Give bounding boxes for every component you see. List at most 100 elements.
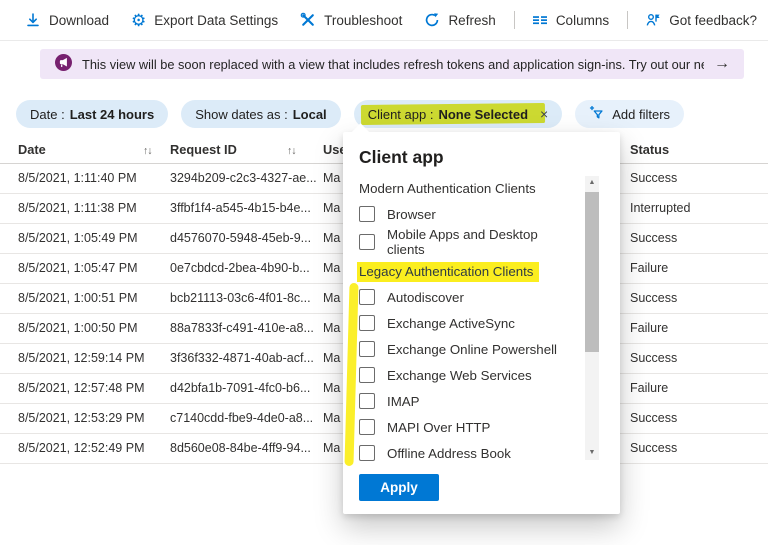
section-label-legacy: Legacy Authentication Clients xyxy=(357,260,576,284)
refresh-button[interactable]: Refresh xyxy=(413,0,506,40)
checkbox-row-imap[interactable]: IMAP xyxy=(359,388,576,414)
troubleshoot-label: Troubleshoot xyxy=(324,12,403,28)
download-icon xyxy=(25,12,41,28)
cell-user: Ma xyxy=(323,441,341,455)
filter-label: Date : xyxy=(30,106,65,122)
filter-pill-show-dates[interactable]: Show dates as : Local xyxy=(181,100,341,128)
checkbox-label: Exchange Online Powershell xyxy=(387,341,558,357)
cell-user: Ma xyxy=(323,351,341,365)
cell-date: 8/5/2021, 1:11:38 PM xyxy=(18,201,137,215)
banner-message: This view will be soon replaced with a v… xyxy=(82,56,704,72)
cell-date: 8/5/2021, 1:11:40 PM xyxy=(18,171,137,185)
checkbox-label: Offline Address Book xyxy=(387,445,511,461)
cell-date: 8/5/2021, 1:05:49 PM xyxy=(18,231,138,245)
popup-scrollbar[interactable]: ▲ ▼ xyxy=(585,176,599,460)
cell-user: Ma xyxy=(323,171,341,185)
cell-status: Success xyxy=(630,411,678,425)
checkbox[interactable] xyxy=(359,289,375,305)
checkbox-row-browser[interactable]: Browser xyxy=(359,200,576,228)
cell-date: 8/5/2021, 12:52:49 PM xyxy=(18,441,145,455)
add-filters-button[interactable]: Add filters xyxy=(575,100,685,128)
cell-request-id: 3f36f332-4871-40ab-acf... xyxy=(170,351,314,365)
cell-status: Failure xyxy=(630,381,669,395)
scrollbar-thumb[interactable] xyxy=(585,192,599,352)
popup-title: Client app xyxy=(359,147,444,167)
scroll-down-icon[interactable]: ▼ xyxy=(585,446,599,460)
filter-bar: Date : Last 24 hours Show dates as : Loc… xyxy=(16,100,685,128)
got-feedback-button[interactable]: Got feedback? xyxy=(634,0,768,40)
client-app-filter-popup: Client app Modern Authentication Clients… xyxy=(343,123,620,514)
command-bar: Download ⚙ Export Data Settings Troubles… xyxy=(0,0,768,41)
banner-arrow-icon[interactable]: → xyxy=(714,55,730,73)
cell-user: Ma xyxy=(323,201,341,215)
tools-icon xyxy=(300,12,316,28)
checkbox-row-mobile-apps[interactable]: Mobile Apps and Desktop clients xyxy=(359,227,576,257)
filter-value: Local xyxy=(292,106,327,122)
feedback-person-icon xyxy=(645,12,661,28)
client-app-option-list: Modern Authentication Clients Browser Mo… xyxy=(357,176,576,466)
filter-pill-client-app[interactable]: Client app : None Selected × xyxy=(353,100,563,128)
checkbox-label: Exchange Web Services xyxy=(387,367,532,383)
checkbox[interactable] xyxy=(359,315,375,331)
checkbox-label: IMAP xyxy=(387,393,420,409)
cell-user: Ma xyxy=(323,261,341,275)
filter-value: None Selected xyxy=(438,106,529,122)
cell-status: Failure xyxy=(630,261,669,275)
cell-date: 8/5/2021, 1:00:50 PM xyxy=(18,321,138,335)
cell-status: Success xyxy=(630,351,678,365)
cell-request-id: bcb21113-03c6-4f01-8c... xyxy=(170,291,311,305)
feedback-label: Got feedback? xyxy=(669,12,757,28)
checkbox[interactable] xyxy=(359,367,375,383)
checkbox[interactable] xyxy=(359,206,375,222)
column-header-request-id[interactable]: Request ID xyxy=(170,138,237,162)
columns-button[interactable]: Columns xyxy=(521,0,620,40)
column-header-status[interactable]: Status xyxy=(630,138,669,162)
announcement-icon xyxy=(55,54,72,74)
cell-date: 8/5/2021, 12:57:48 PM xyxy=(18,381,145,395)
cell-date: 8/5/2021, 1:00:51 PM xyxy=(18,291,138,305)
yellow-highlight-annotation xyxy=(344,282,359,467)
preview-notice-banner[interactable]: This view will be soon replaced with a v… xyxy=(40,49,744,79)
cell-status: Success xyxy=(630,441,678,455)
checkbox[interactable] xyxy=(359,445,375,461)
sort-icon[interactable]: ↑↓ xyxy=(287,139,296,163)
cell-user: Ma xyxy=(323,321,341,335)
checkbox[interactable] xyxy=(359,341,375,357)
download-label: Download xyxy=(49,12,110,28)
cell-date: 8/5/2021, 1:05:47 PM xyxy=(18,261,138,275)
cell-request-id: 3ffbf1f4-a545-4b15-b4e... xyxy=(170,201,311,215)
scroll-up-icon[interactable]: ▲ xyxy=(585,176,599,190)
checkbox-label: Exchange ActiveSync xyxy=(387,315,515,331)
troubleshoot-button[interactable]: Troubleshoot xyxy=(289,0,413,40)
filter-label: Client app : xyxy=(367,106,434,122)
cell-request-id: 88a7833f-c491-410e-a8... xyxy=(170,321,314,335)
export-data-settings-button[interactable]: ⚙ Export Data Settings xyxy=(120,0,289,40)
cell-status: Failure xyxy=(630,321,669,335)
checkbox-label: Mobile Apps and Desktop clients xyxy=(387,227,538,257)
cell-status: Interrupted xyxy=(630,201,691,215)
checkbox-row-exchange-web-services[interactable]: Exchange Web Services xyxy=(359,362,576,388)
cell-user: Ma xyxy=(323,291,341,305)
checkbox[interactable] xyxy=(359,393,375,409)
export-label: Export Data Settings xyxy=(154,12,279,28)
checkbox-row-exchange-activesync[interactable]: Exchange ActiveSync xyxy=(359,310,576,336)
close-icon[interactable]: × xyxy=(540,107,548,121)
refresh-label: Refresh xyxy=(448,12,496,28)
checkbox-row-autodiscover[interactable]: Autodiscover xyxy=(359,284,576,310)
filter-value: Last 24 hours xyxy=(69,106,155,122)
column-header-date[interactable]: Date xyxy=(18,138,46,162)
sort-icon[interactable]: ↑↓ xyxy=(143,139,152,163)
checkbox-row-exchange-online-powershell[interactable]: Exchange Online Powershell xyxy=(359,336,576,362)
cell-request-id: d42bfa1b-7091-4fc0-b6... xyxy=(170,381,311,395)
cell-request-id: c7140cdd-fbe9-4de0-a8... xyxy=(170,411,314,425)
download-button[interactable]: Download xyxy=(14,0,120,40)
checkbox[interactable] xyxy=(359,234,375,250)
cell-request-id: 0e7cbdcd-2bea-4b90-b... xyxy=(170,261,310,275)
checkbox-row-offline-address-book[interactable]: Offline Address Book xyxy=(359,440,576,466)
cell-user: Ma xyxy=(323,381,341,395)
checkbox[interactable] xyxy=(359,419,375,435)
highlighted-section-text: Legacy Authentication Clients xyxy=(357,262,540,282)
apply-button[interactable]: Apply xyxy=(359,474,439,501)
filter-pill-date[interactable]: Date : Last 24 hours xyxy=(16,100,169,128)
checkbox-row-mapi-over-http[interactable]: MAPI Over HTTP xyxy=(359,414,576,440)
